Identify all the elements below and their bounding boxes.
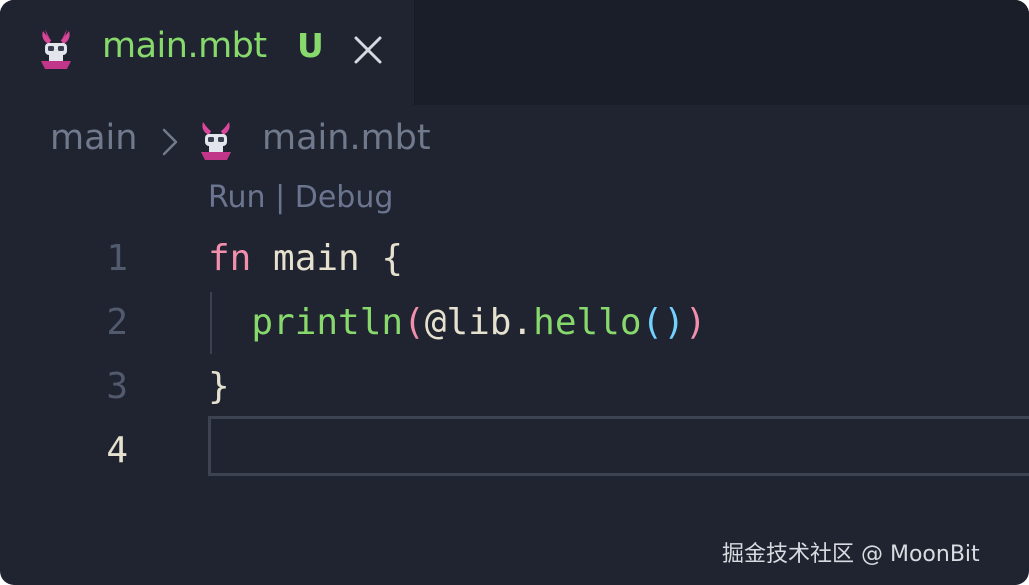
watermark: 掘金技术社区 @ MoonBit — [722, 542, 980, 567]
code-line-1[interactable]: fn main { — [208, 238, 403, 279]
moonbit-rabbit-icon — [201, 122, 231, 160]
function-token: println — [251, 302, 404, 343]
bracket-token: ) — [663, 302, 685, 343]
line-number: 3 — [106, 366, 128, 407]
run-codelens-link[interactable]: Run — [208, 180, 266, 215]
line-number: 2 — [106, 302, 128, 343]
codelens-separator: | — [265, 180, 295, 215]
tab-main-mbt[interactable]: main.mbt U — [0, 0, 415, 105]
editor-window: main.mbt U main main.mbt Run | Debug 1 2… — [0, 0, 1029, 585]
close-icon[interactable] — [352, 34, 384, 66]
keyword-token: fn — [208, 238, 252, 279]
bracket-token: ) — [684, 302, 707, 343]
code-token: main { — [251, 238, 404, 279]
bracket-token: ( — [403, 302, 425, 343]
debug-codelens-link[interactable]: Debug — [295, 180, 394, 215]
breadcrumb-file[interactable]: main.mbt — [262, 118, 431, 158]
tab-filename: main.mbt — [102, 26, 267, 66]
current-line-highlight[interactable] — [208, 416, 1029, 476]
breadcrumb: main main.mbt — [50, 118, 650, 168]
module-token: @lib. — [424, 302, 534, 343]
code-line-2[interactable]: println(@lib.hello()) — [208, 302, 707, 343]
line-number: 1 — [106, 238, 128, 279]
code-line-3[interactable]: } — [208, 366, 230, 407]
line-number-active: 4 — [106, 430, 128, 471]
tab-bar: main.mbt U — [0, 0, 1029, 105]
bracket-token: ( — [641, 302, 664, 343]
breadcrumb-folder[interactable]: main — [50, 118, 137, 158]
chevron-right-icon — [162, 128, 178, 156]
moonbit-rabbit-icon — [41, 29, 71, 69]
function-token: hello — [533, 302, 642, 343]
untracked-status-badge: U — [297, 26, 324, 65]
codelens: Run | Debug — [208, 180, 393, 215]
